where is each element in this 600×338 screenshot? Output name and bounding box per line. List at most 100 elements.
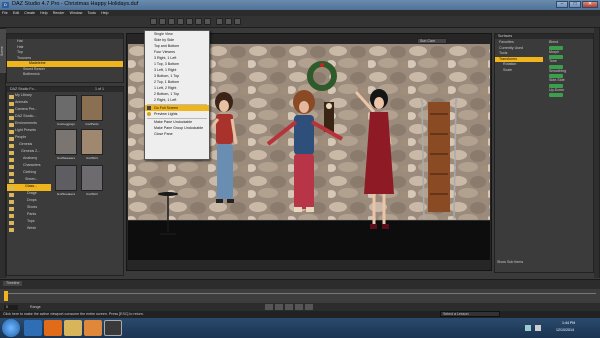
parameter-sliders: Blend Morph Tone Smoothing Side-Side Up-… — [545, 40, 593, 97]
minimize-button[interactable]: – — [556, 1, 568, 8]
media-player-icon[interactable] — [84, 320, 102, 336]
node-weight-tool-icon[interactable] — [195, 18, 202, 25]
folder-item[interactable]: My Library — [7, 93, 51, 100]
viewport-layout-menu: Single View Side by Side Top and Bottom … — [144, 30, 210, 160]
window-title: DAZ Studio 4.7 Pro - Christmas Happy Hol… — [12, 1, 139, 7]
playhead[interactable] — [4, 291, 8, 301]
maximize-button[interactable]: □ — [569, 1, 581, 8]
floor — [128, 220, 490, 260]
folder-item[interactable]: Anatomy — [7, 156, 51, 163]
content-thumbnail[interactable] — [81, 95, 103, 121]
folder-item[interactable]: People — [7, 135, 51, 142]
content-panel-header: DAZ Studio Fo... — [7, 87, 123, 92]
folder-item[interactable]: Tops — [7, 219, 51, 226]
thumbnail-label: Gx2Sneakers — [56, 192, 76, 196]
menu-item-label: Preview Lights — [154, 112, 178, 116]
fullscreen-icon — [147, 106, 151, 110]
range-label: Range — [30, 305, 41, 309]
lesson-selector[interactable]: Select a Lesson — [440, 311, 500, 317]
timeline-panel: Timeline Range 0 — [0, 279, 600, 311]
param-label: Side-Side — [549, 78, 565, 82]
folder-item[interactable]: Light Presets — [7, 128, 51, 135]
menu-item-preview-lights[interactable]: Preview Lights — [145, 111, 209, 117]
timeline-track[interactable] — [0, 289, 600, 303]
folder-item[interactable]: Characters — [7, 163, 51, 170]
param-label: Tone — [549, 59, 557, 63]
status-message: Click here to make the active viewport c… — [3, 312, 144, 316]
content-thumbnail[interactable] — [81, 165, 103, 191]
volume-icon[interactable] — [535, 325, 541, 331]
daz-studio-taskbar-icon[interactable] — [104, 320, 122, 336]
content-thumbnail[interactable] — [55, 165, 77, 191]
content-thumbnail[interactable] — [55, 129, 77, 155]
explorer-icon[interactable] — [64, 320, 82, 336]
translate-tool-icon[interactable] — [177, 18, 184, 25]
content-thumbnail[interactable] — [81, 129, 103, 155]
folder-item[interactable]: Drage — [7, 191, 51, 198]
thumbnail-label: Gx2Leggings — [57, 122, 75, 126]
step-back-icon[interactable] — [275, 304, 283, 310]
folder-item[interactable]: Clothing — [7, 170, 51, 177]
tree-item[interactable]: Scale — [495, 68, 543, 74]
content-thumbnail[interactable] — [55, 95, 77, 121]
title-bar: D DAZ Studio 4.7 Pro - Christmas Happy H… — [0, 0, 600, 10]
scene-panel: Hat Hair Top Trousers Madeleine Sword Be… — [6, 33, 124, 83]
timeline-tab[interactable]: Timeline — [3, 281, 23, 286]
folder-item[interactable]: Environments — [7, 121, 51, 128]
folder-item-selected[interactable]: Glass... — [7, 184, 51, 191]
folder-item[interactable]: Shoes — [7, 205, 51, 212]
system-tray-icons — [465, 323, 555, 333]
lightbulb-icon — [147, 112, 151, 116]
folder-item[interactable]: Camera Pre... — [7, 107, 51, 114]
fast-forward-icon[interactable] — [305, 304, 313, 310]
timeline-ruler — [6, 293, 596, 294]
menu-item-label: Go Full Screen — [154, 106, 178, 110]
folder-item[interactable]: Sheen... — [7, 177, 51, 184]
step-forward-icon[interactable] — [295, 304, 303, 310]
thumbnail-label: Gx2Pants — [85, 122, 99, 126]
folder-item[interactable]: Drops — [7, 198, 51, 205]
param-label: Smoothing — [549, 68, 567, 73]
universal-tool-icon[interactable] — [159, 18, 166, 25]
folder-item[interactable]: Animals — [7, 100, 51, 107]
thumbnail-label: Gx2Shirt — [86, 192, 98, 196]
firefox-icon[interactable] — [44, 320, 62, 336]
folder-item[interactable]: DAZ Studio... — [7, 114, 51, 121]
param-label: Up-Down — [549, 87, 564, 92]
close-button[interactable]: ✕ — [582, 1, 598, 8]
geometry-editor-icon[interactable] — [225, 18, 232, 25]
param-label: Blend — [549, 40, 559, 44]
folder-item[interactable]: Genesis — [7, 142, 51, 149]
scale-tool-icon[interactable] — [186, 18, 193, 25]
daz-app-icon: D — [2, 2, 9, 8]
thumbnail-label: Gx2Sweaters — [56, 156, 75, 160]
menu-item-close-pane[interactable]: Close Pane — [145, 131, 209, 137]
render-icon[interactable] — [234, 18, 241, 25]
content-library-panel: DAZ Studio Fo... 1 of 1 My Library Anima… — [6, 86, 124, 276]
clock-date: 12/10/2014 — [556, 328, 574, 332]
folder-item[interactable]: Pants — [7, 212, 51, 219]
property-tree: Favorites Currently Used Tools Transform… — [495, 40, 543, 73]
rotate-tool-icon[interactable] — [168, 18, 175, 25]
network-icon[interactable] — [525, 325, 531, 331]
scene-item[interactable]: Bottleneck — [7, 72, 123, 78]
joint-editor-icon[interactable] — [216, 18, 223, 25]
thumbnail-label: Gx2Shirt — [86, 156, 98, 160]
ie-icon[interactable] — [24, 320, 42, 336]
status-bar: Click here to make the active viewport c… — [0, 311, 600, 318]
play-icon[interactable] — [285, 304, 293, 310]
start-button[interactable] — [2, 319, 20, 337]
current-frame-field[interactable]: 0 — [4, 305, 18, 310]
show-sub-items-checkbox[interactable]: Show Sub Items — [497, 260, 523, 265]
parameters-panel-header: Surfaces — [495, 34, 593, 39]
param-label: Morph — [549, 49, 560, 54]
param-slider[interactable] — [549, 93, 563, 97]
folder-item[interactable]: Genesis 2... — [7, 149, 51, 156]
folder-tree: My Library Animals Camera Pre... DAZ Stu… — [7, 93, 51, 275]
folder-item[interactable]: Wesh — [7, 226, 51, 233]
surface-tool-icon[interactable] — [204, 18, 211, 25]
select-tool-icon[interactable] — [150, 18, 157, 25]
rewind-icon[interactable] — [265, 304, 273, 310]
windows-taskbar: 1:44 PM 12/10/2014 — [0, 318, 600, 338]
menu-item-2right-1left[interactable]: 2 Right, 1 Left — [145, 97, 209, 103]
